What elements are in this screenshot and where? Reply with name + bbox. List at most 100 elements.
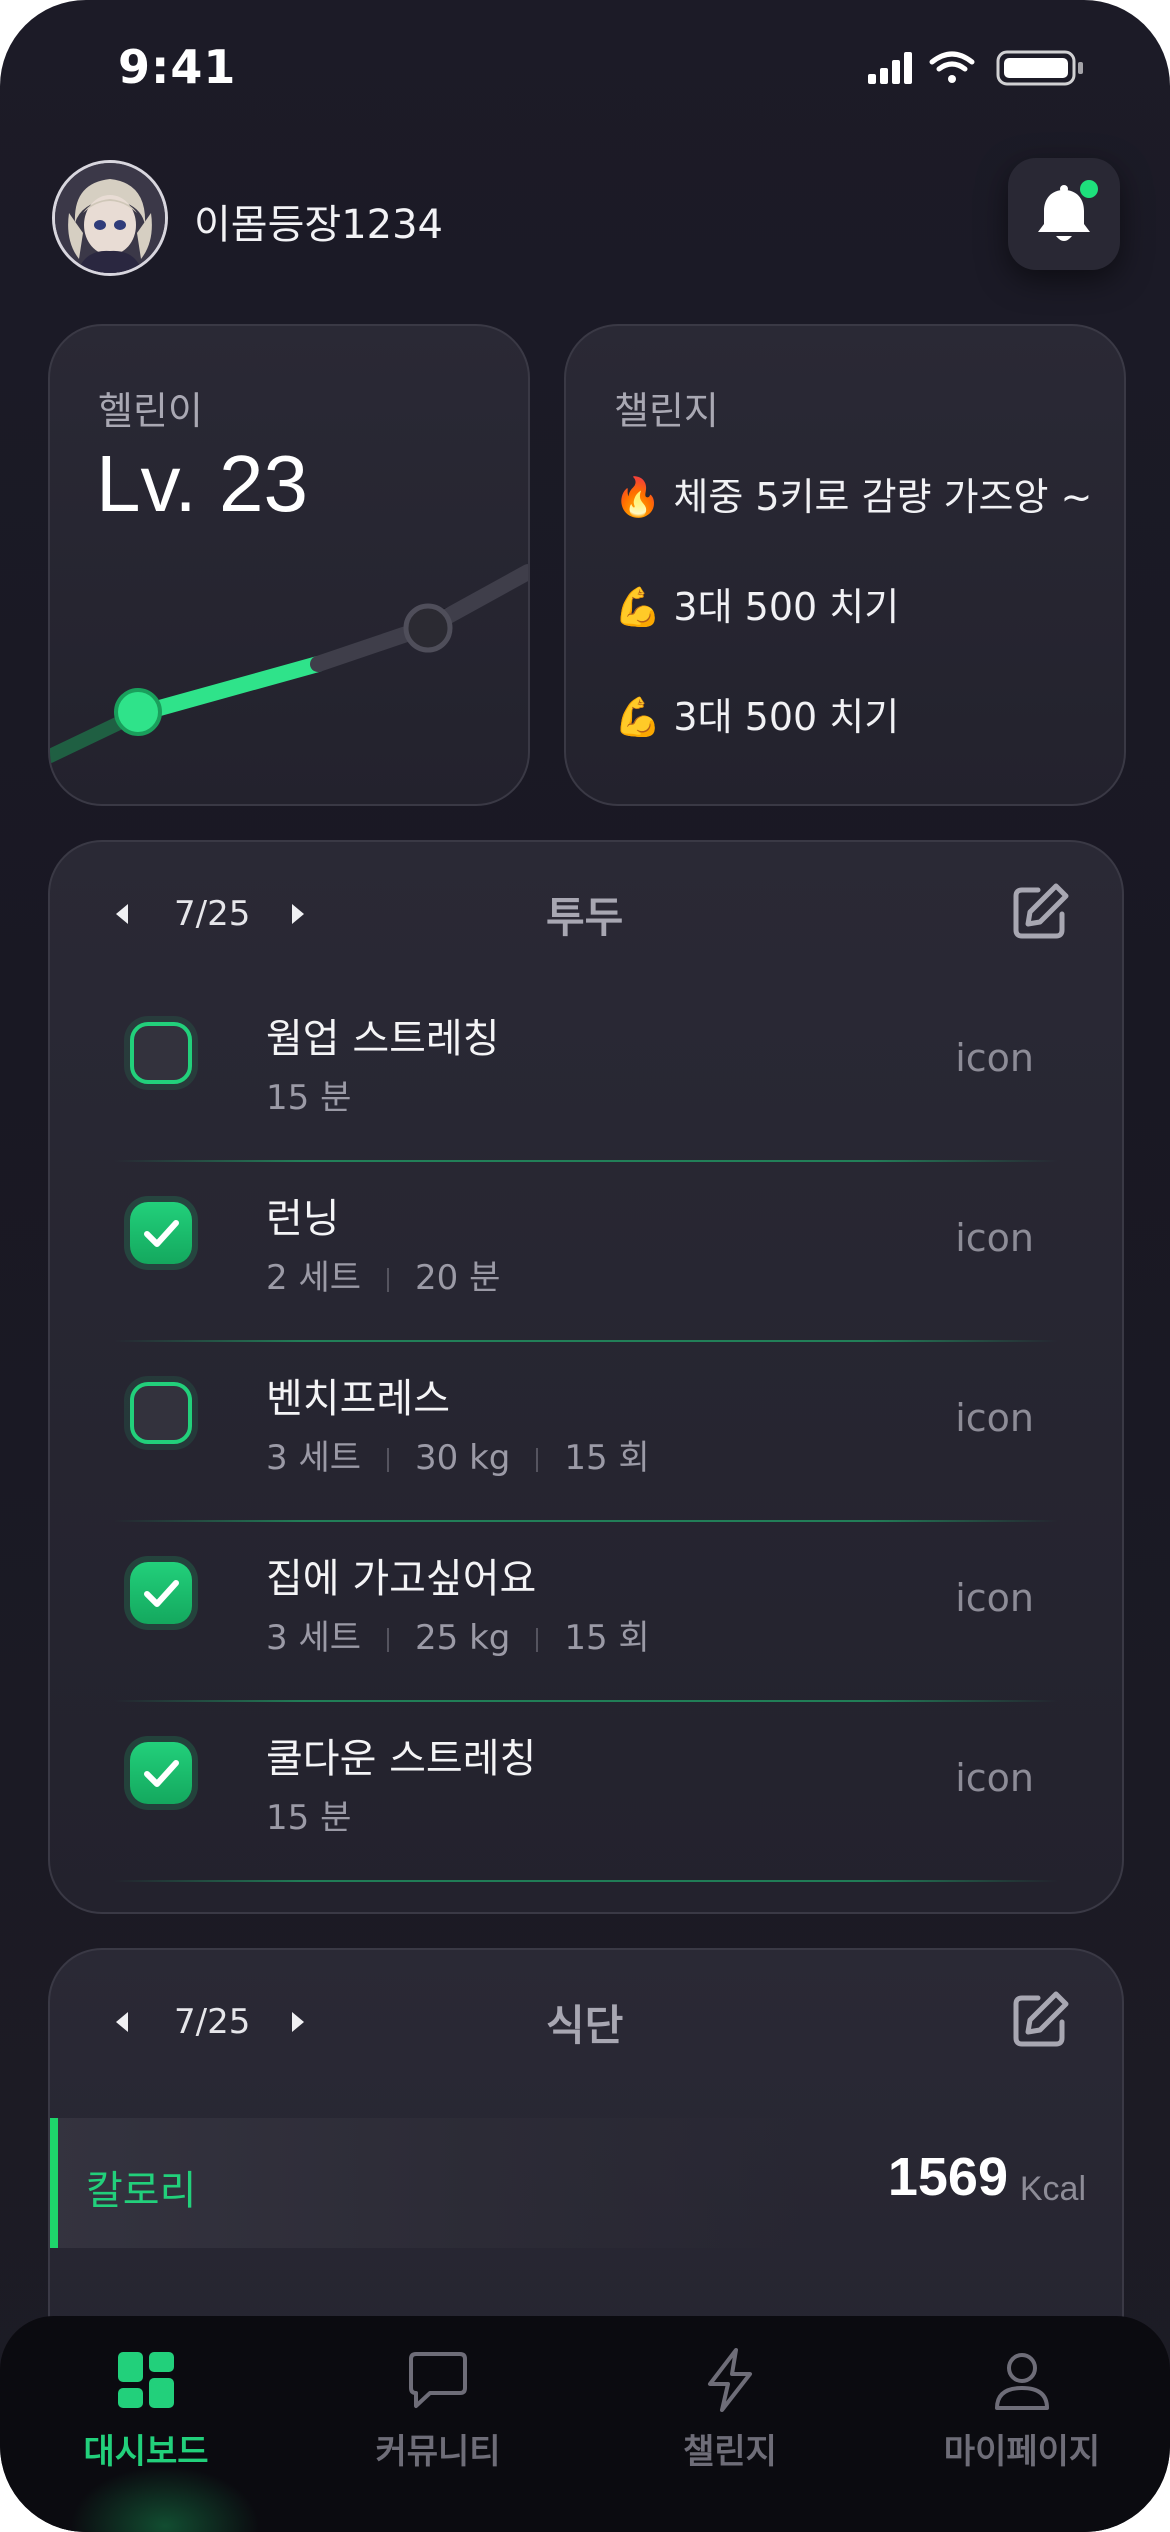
avatar-image (55, 163, 165, 273)
level-progress-graph (50, 564, 528, 763)
avatar[interactable] (52, 160, 168, 276)
todo-item-meta-value: 15 분 (266, 1798, 352, 1838)
todo-item-meta: 3 세트 25 kg 15 회 (266, 1610, 650, 1659)
challenge-item[interactable]: 💪 3대 500 치기 (614, 576, 899, 631)
todo-item-meta-value: 25 kg (415, 1618, 511, 1658)
todo-item-title: 집에 가고싶어요 (266, 1556, 537, 1602)
todo-item[interactable]: 런닝 2 세트 20 분 icon (114, 1162, 1058, 1342)
todo-card: 7/25 투두 웜업 스트레칭 15 분 icon 런닝 2 세트 20 분 icon 벤치프… (48, 840, 1124, 1914)
todo-title: 투두 (546, 893, 624, 942)
nav-item-community[interactable]: 커뮤니티 (292, 2316, 584, 2532)
level-current-point (114, 688, 162, 736)
level-next-point (403, 603, 453, 653)
checkmark-icon (144, 1760, 179, 1787)
todo-item-meta-value: 20 분 (415, 1258, 501, 1298)
prev-date-icon[interactable] (116, 904, 128, 924)
nav-label: 마이페이지 (943, 2432, 1101, 2472)
meta-separator (387, 1627, 389, 1652)
bottom-nav: 대시보드 커뮤니티 챌린지 마이페이지 (0, 2316, 1170, 2532)
calorie-label: 칼로리 (86, 2168, 197, 2214)
checkmark-icon (144, 1580, 179, 1607)
checkbox-unchecked[interactable] (130, 1022, 192, 1084)
calorie-row[interactable]: 칼로리 1569 Kcal (50, 2118, 1122, 2248)
todo-item-meta: 15 분 (266, 1790, 351, 1839)
status-icons (868, 50, 1083, 86)
todo-item-meta-value: 30 kg (415, 1438, 511, 1478)
todo-item-title: 벤치프레스 (266, 1376, 450, 1422)
checkbox-checked[interactable] (130, 1562, 192, 1624)
todo-item-title: 쿨다운 스트레칭 (266, 1736, 537, 1782)
battery-icon (996, 50, 1083, 86)
flexed-biceps-icon: 💪 (614, 695, 662, 739)
nav-label: 대시보드 (83, 2432, 209, 2472)
todo-divider (114, 1880, 1058, 1882)
todo-item-icon: icon (955, 1576, 1034, 1620)
calorie-unit: Kcal (1019, 2170, 1086, 2208)
status-time: 9:41 (118, 40, 237, 94)
meta-separator (387, 1447, 389, 1472)
person-icon (995, 2353, 1049, 2410)
checkbox-unchecked[interactable] (130, 1382, 192, 1444)
bell-icon (1038, 185, 1090, 241)
todo-item-icon: icon (955, 1396, 1034, 1440)
next-date-icon[interactable] (292, 2012, 304, 2032)
nav-item-challenge[interactable]: 챌린지 (584, 2316, 876, 2532)
status-bar: 9:41 (0, 0, 1170, 140)
checkbox-checked[interactable] (130, 1742, 192, 1804)
level-card[interactable]: 헬린이 Lv. 23 (48, 324, 530, 806)
diet-title: 식단 (546, 2001, 624, 2050)
challenge-item-text: 체중 5키로 감량 가즈앙 ~ (673, 475, 1093, 519)
todo-item-meta: 15 분 (266, 1070, 351, 1119)
todo-item[interactable]: 웜업 스트레칭 15 분 icon (114, 982, 1058, 1162)
dashboard-icon (118, 2352, 174, 2408)
todo-item[interactable]: 벤치프레스 3 세트 30 kg 15 회 icon (114, 1342, 1058, 1522)
nav-label: 챌린지 (683, 2432, 777, 2472)
meta-separator (387, 1267, 389, 1292)
todo-item[interactable]: 집에 가고싶어요 3 세트 25 kg 15 회 icon (114, 1522, 1058, 1702)
edit-icon[interactable] (1012, 882, 1070, 940)
challenge-item-text: 3대 500 치기 (673, 695, 900, 739)
todo-item[interactable]: 쿨다운 스트레칭 15 분 icon (114, 1702, 1058, 1882)
challenge-card[interactable]: 챌린지 🔥 체중 5키로 감량 가즈앙 ~ 💪 3대 500 치기 💪 3대 5… (564, 324, 1126, 806)
meta-separator (536, 1447, 539, 1472)
todo-item-icon: icon (955, 1036, 1034, 1080)
todo-item-icon: icon (955, 1216, 1034, 1260)
todo-item-meta-value: 15 회 (564, 1438, 650, 1478)
todo-item-meta-value: 3 세트 (266, 1438, 361, 1478)
chat-bubble-icon (409, 2352, 467, 2408)
username: 이몸등장1234 (194, 202, 443, 248)
nav-label: 커뮤니티 (375, 2432, 501, 2472)
todo-item-meta: 2 세트 20 분 (266, 1250, 500, 1299)
calorie-value: 1569 (887, 2147, 1008, 2207)
wifi-icon (929, 51, 975, 83)
todo-item-title: 웜업 스트레칭 (266, 1016, 500, 1062)
meta-separator (536, 1627, 539, 1652)
nav-item-mypage[interactable]: 마이페이지 (876, 2316, 1168, 2532)
next-date-icon[interactable] (292, 904, 304, 924)
checkmark-icon (144, 1220, 179, 1247)
fire-icon: 🔥 (614, 475, 662, 519)
checkbox-checked[interactable] (130, 1202, 192, 1264)
todo-item-meta: 3 세트 30 kg 15 회 (266, 1430, 650, 1479)
app-screen: 9:41 이몸등장1234 헬린이 Lv. 23 챌린지 🔥 체중 5키로 감량… (0, 0, 1170, 2532)
prev-date-icon[interactable] (116, 2012, 128, 2032)
diet-date: 7/25 (174, 2002, 251, 2042)
edit-icon[interactable] (1012, 1990, 1070, 2048)
todo-item-title: 런닝 (266, 1196, 340, 1242)
challenge-item-text: 3대 500 치기 (673, 585, 900, 629)
notification-button[interactable] (1008, 158, 1120, 270)
nav-item-dashboard[interactable]: 대시보드 (0, 2316, 292, 2532)
challenge-item[interactable]: 🔥 체중 5키로 감량 가즈앙 ~ (614, 466, 1092, 521)
todo-item-meta-value: 15 회 (564, 1618, 650, 1658)
todo-item-meta-value: 15 분 (266, 1078, 352, 1118)
todo-item-meta-value: 2 세트 (266, 1258, 361, 1298)
todo-date: 7/25 (174, 894, 251, 934)
flexed-biceps-icon: 💪 (614, 585, 662, 629)
notification-badge (1080, 180, 1098, 198)
cellular-signal-icon (868, 52, 912, 84)
lightning-icon (708, 2348, 752, 2412)
challenge-label: 챌린지 (614, 389, 719, 433)
todo-item-icon: icon (955, 1756, 1034, 1800)
calorie-accent-bar (50, 2118, 58, 2248)
challenge-item[interactable]: 💪 3대 500 치기 (614, 686, 899, 741)
